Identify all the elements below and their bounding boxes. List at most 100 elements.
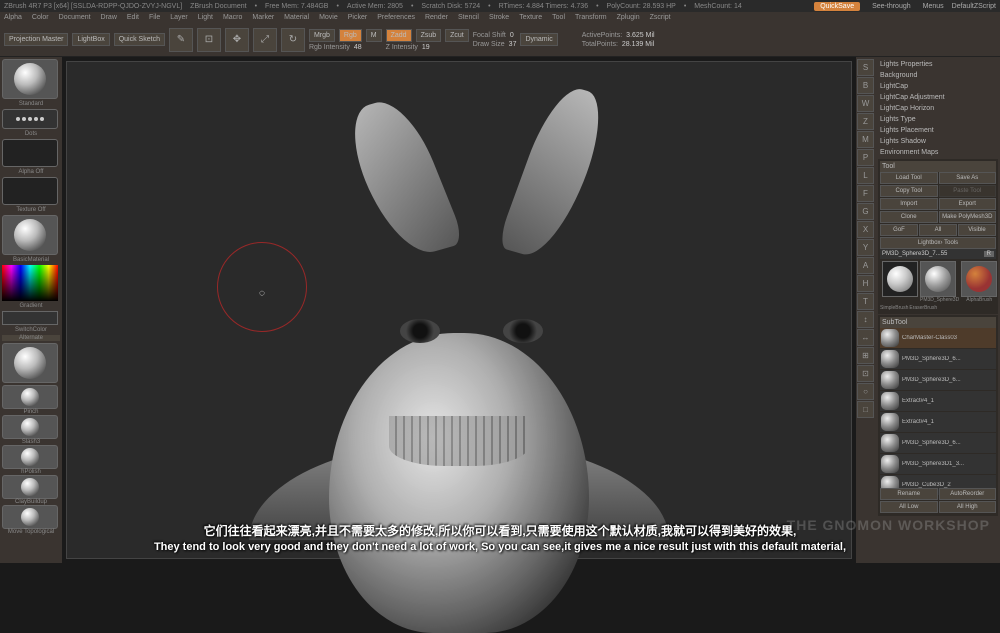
zsub-toggle[interactable]: Zsub xyxy=(416,29,442,42)
panel-header-lights-type[interactable]: Lights Type xyxy=(878,114,998,125)
viewport-btn-14[interactable]: ↕ xyxy=(857,311,874,328)
script-label[interactable]: DefaultZScript xyxy=(952,3,996,10)
subtool-item[interactable]: Extract#4_1 xyxy=(880,391,996,411)
alt-material-thumbnail[interactable] xyxy=(2,343,58,383)
quick-brush[interactable] xyxy=(2,445,58,469)
r-button[interactable]: R xyxy=(984,251,994,257)
subtool-item[interactable]: PM3D_Sphere3D1_3... xyxy=(880,454,996,474)
menu-stencil[interactable]: Stencil xyxy=(458,14,479,21)
viewport-btn-6[interactable]: L xyxy=(857,167,874,184)
viewport-btn-7[interactable]: F xyxy=(857,185,874,202)
rgb-toggle[interactable]: Rgb xyxy=(339,29,362,42)
eraserbrush-label[interactable]: EraserBrush xyxy=(909,305,937,311)
viewport-btn-12[interactable]: H xyxy=(857,275,874,292)
menu-marker[interactable]: Marker xyxy=(252,14,274,21)
rename-button[interactable]: Rename xyxy=(880,488,938,500)
menu-zscript[interactable]: Zscript xyxy=(650,14,671,21)
export-button[interactable]: Export xyxy=(939,198,997,210)
panel-header-lightcap-horizon[interactable]: LightCap Horizon xyxy=(878,103,998,114)
viewport-btn-16[interactable]: ⊞ xyxy=(857,347,874,364)
paste-tool-button[interactable]: Paste Tool xyxy=(939,185,997,197)
panel-header-background[interactable]: Background xyxy=(878,70,998,81)
menu-picker[interactable]: Picker xyxy=(348,14,367,21)
stroke-thumbnail[interactable] xyxy=(2,109,58,129)
quicksave-button[interactable]: QuickSave xyxy=(814,2,860,11)
menu-tool[interactable]: Tool xyxy=(552,14,565,21)
current-tool-name[interactable]: PM3D_Sphere3D_7...55 R xyxy=(880,249,996,259)
viewport-btn-17[interactable]: ⊡ xyxy=(857,365,874,382)
subtool-item[interactable]: Extract#4_1 xyxy=(880,412,996,432)
seethrough-toggle[interactable]: See-through xyxy=(868,3,915,10)
subtool-item[interactable]: CharMaster-Class03 xyxy=(880,328,996,348)
panel-header-lights-properties[interactable]: Lights Properties xyxy=(878,59,998,70)
quicksketch-button[interactable]: Quick Sketch xyxy=(114,33,165,46)
subtool-item[interactable]: PM3D_Sphere3D_6... xyxy=(880,349,996,369)
viewport-btn-2[interactable]: W xyxy=(857,95,874,112)
viewport-btn-4[interactable]: M xyxy=(857,131,874,148)
menus-button[interactable]: Menus xyxy=(923,3,944,10)
tool-thumb-2[interactable] xyxy=(961,261,997,297)
focal-shift-value[interactable]: 0 xyxy=(510,32,514,39)
menu-draw[interactable]: Draw xyxy=(101,14,117,21)
tool-thumb-main[interactable] xyxy=(882,261,918,297)
copy-tool-button[interactable]: Copy Tool xyxy=(880,185,938,197)
viewport-btn-9[interactable]: X xyxy=(857,221,874,238)
brush-thumbnail[interactable] xyxy=(2,59,58,99)
zcut-toggle[interactable]: Zcut xyxy=(445,29,469,42)
subtool-header[interactable]: SubTool xyxy=(880,317,996,328)
lightbox-tools-button[interactable]: Lightbox› Tools xyxy=(880,237,996,249)
gradient-label[interactable]: Gradient xyxy=(2,303,60,309)
viewport-btn-0[interactable]: S xyxy=(857,59,874,76)
dynamic-toggle[interactable]: Dynamic xyxy=(520,33,557,46)
viewport-btn-11[interactable]: A xyxy=(857,257,874,274)
tool-palette-header[interactable]: Tool xyxy=(880,161,996,172)
gof-button[interactable]: GoF xyxy=(880,224,918,236)
visible-button[interactable]: Visible xyxy=(958,224,996,236)
panel-header-lights-shadow[interactable]: Lights Shadow xyxy=(878,136,998,147)
alternate-button[interactable]: Alternate xyxy=(2,335,60,341)
panel-header-lightcap[interactable]: LightCap xyxy=(878,81,998,92)
menu-document[interactable]: Document xyxy=(59,14,91,21)
simplebrush-label[interactable]: SimpleBrush xyxy=(880,305,908,311)
move-mode-icon[interactable]: ✥ xyxy=(225,28,249,52)
menu-movie[interactable]: Movie xyxy=(319,14,338,21)
tool-thumb-1[interactable] xyxy=(920,261,956,297)
load-tool-button[interactable]: Load Tool xyxy=(880,172,938,184)
mrgb-toggle[interactable]: Mrgb xyxy=(309,29,335,42)
projection-master-button[interactable]: Projection Master xyxy=(4,33,68,46)
menu-light[interactable]: Light xyxy=(198,14,213,21)
all-low-button[interactable]: All Low xyxy=(880,501,938,513)
menu-material[interactable]: Material xyxy=(284,14,309,21)
viewport-btn-1[interactable]: B xyxy=(857,77,874,94)
menu-file[interactable]: File xyxy=(149,14,160,21)
make-polymesh-button[interactable]: Make PolyMesh3D xyxy=(939,211,997,223)
all-button[interactable]: All xyxy=(919,224,957,236)
color-picker[interactable] xyxy=(2,265,58,301)
material-thumbnail[interactable] xyxy=(2,215,58,255)
scale-mode-icon[interactable]: ⤢ xyxy=(253,28,277,52)
menu-stroke[interactable]: Stroke xyxy=(489,14,509,21)
viewport-btn-13[interactable]: T xyxy=(857,293,874,310)
menu-edit[interactable]: Edit xyxy=(127,14,139,21)
viewport-btn-5[interactable]: P xyxy=(857,149,874,166)
save-as-button[interactable]: Save As xyxy=(939,172,997,184)
alpha-thumbnail[interactable] xyxy=(2,139,58,167)
viewport-btn-18[interactable]: ○ xyxy=(857,383,874,400)
import-button[interactable]: Import xyxy=(880,198,938,210)
color-swatch[interactable] xyxy=(2,311,58,325)
rotate-mode-icon[interactable]: ↻ xyxy=(281,28,305,52)
menu-render[interactable]: Render xyxy=(425,14,448,21)
all-high-button[interactable]: All High xyxy=(939,501,997,513)
draw-size-value[interactable]: 37 xyxy=(509,41,517,48)
subtool-item[interactable]: PM3D_Sphere3D_6... xyxy=(880,370,996,390)
edit-mode-icon[interactable]: ✎ xyxy=(169,28,193,52)
panel-header-lights-placement[interactable]: Lights Placement xyxy=(878,125,998,136)
zadd-toggle[interactable]: Zadd xyxy=(386,29,412,42)
menu-alpha[interactable]: Alpha xyxy=(4,14,22,21)
autoreorder-button[interactable]: AutoReorder xyxy=(939,488,997,500)
switchcolor-button[interactable]: SwitchColor xyxy=(2,327,60,333)
viewport-btn-8[interactable]: G xyxy=(857,203,874,220)
menu-zplugin[interactable]: Zplugin xyxy=(617,14,640,21)
draw-mode-icon[interactable]: ⊡ xyxy=(197,28,221,52)
viewport-btn-19[interactable]: □ xyxy=(857,401,874,418)
